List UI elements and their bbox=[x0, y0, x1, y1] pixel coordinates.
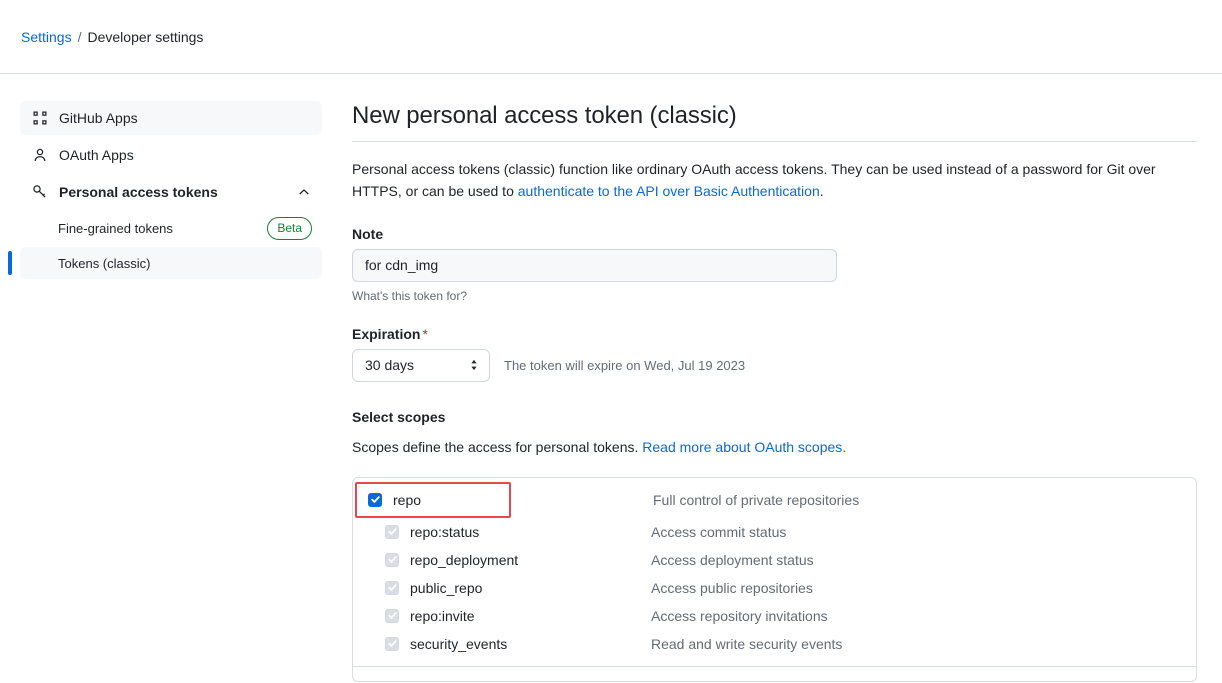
scope-checkbox-cell: public_repo bbox=[353, 574, 651, 602]
checkbox-disabled-icon bbox=[385, 553, 399, 567]
scope-row-repo-deployment: repo_deployment Access deployment status bbox=[353, 546, 1196, 574]
scope-name: public_repo bbox=[410, 580, 482, 596]
sidebar-item-github-apps[interactable]: GitHub Apps bbox=[20, 101, 322, 135]
sidebar-item-tokens-classic[interactable]: Tokens (classic) bbox=[20, 247, 322, 279]
apps-grid-icon bbox=[32, 110, 48, 126]
page-header: Settings / Developer settings bbox=[0, 0, 1222, 74]
checkbox-disabled-icon bbox=[385, 609, 399, 623]
scope-name: repo_deployment bbox=[410, 552, 518, 568]
note-input[interactable] bbox=[352, 249, 837, 282]
scope-name: repo:invite bbox=[410, 608, 475, 624]
required-marker: * bbox=[422, 326, 427, 342]
note-field-label: Note bbox=[352, 226, 1218, 242]
select-scopes-heading: Select scopes bbox=[352, 409, 1218, 425]
page-layout: GitHub Apps OAuth Apps Personal access t… bbox=[0, 74, 1222, 682]
scope-name: repo bbox=[393, 492, 421, 508]
scope-row-repo[interactable]: repo Full control of private repositorie… bbox=[353, 482, 1196, 518]
main-content: New personal access token (classic) Pers… bbox=[352, 74, 1222, 682]
scope-checkbox-cell: repo:invite bbox=[353, 602, 651, 630]
scopes-description-text: Scopes define the access for personal to… bbox=[352, 439, 642, 455]
checkbox-disabled-icon bbox=[385, 581, 399, 595]
sidebar-subitem-label: Fine-grained tokens bbox=[58, 221, 267, 236]
title-divider bbox=[352, 141, 1197, 142]
checkbox-disabled-icon bbox=[385, 637, 399, 651]
expiration-select-wrapper: 30 days bbox=[352, 349, 490, 382]
checkbox-checked-icon[interactable] bbox=[368, 493, 382, 507]
expiration-note: The token will expire on Wed, Jul 19 202… bbox=[504, 358, 745, 373]
chevron-up-icon[interactable] bbox=[296, 184, 312, 200]
sidebar-item-label: Personal access tokens bbox=[59, 184, 296, 200]
page-title: New personal access token (classic) bbox=[352, 100, 1218, 141]
scope-description: Access deployment status bbox=[651, 552, 814, 568]
breadcrumb: Settings / Developer settings bbox=[21, 29, 203, 45]
intro-paragraph: Personal access tokens (classic) functio… bbox=[352, 159, 1202, 202]
checkbox-disabled-icon bbox=[385, 525, 399, 539]
sidebar-item-personal-access-tokens[interactable]: Personal access tokens bbox=[20, 175, 322, 209]
developer-settings-sidebar: GitHub Apps OAuth Apps Personal access t… bbox=[0, 74, 352, 282]
scope-row-public-repo: public_repo Access public repositories bbox=[353, 574, 1196, 602]
sidebar-item-label: OAuth Apps bbox=[59, 147, 312, 163]
intro-text-part2: . bbox=[820, 183, 824, 199]
scope-description: Access public repositories bbox=[651, 580, 813, 596]
scope-row-security-events: security_events Read and write security … bbox=[353, 630, 1196, 658]
scope-name: repo:status bbox=[410, 524, 479, 540]
scope-checkbox-cell: repo_deployment bbox=[353, 546, 651, 574]
basic-auth-doc-link[interactable]: authenticate to the API over Basic Authe… bbox=[518, 183, 820, 199]
scopes-next-group-placeholder bbox=[353, 667, 1196, 681]
scope-row-repo-status: repo:status Access commit status bbox=[353, 518, 1196, 546]
oauth-scopes-doc-link[interactable]: Read more about OAuth scopes. bbox=[642, 439, 846, 455]
sidebar-item-label: GitHub Apps bbox=[59, 110, 312, 126]
expiration-select[interactable]: 30 days bbox=[352, 349, 490, 382]
sidebar-item-fine-grained-tokens[interactable]: Fine-grained tokens Beta bbox=[20, 212, 322, 244]
expiration-field-label: Expiration* bbox=[352, 326, 1218, 342]
scope-description: Read and write security events bbox=[651, 636, 842, 652]
breadcrumb-separator: / bbox=[78, 29, 82, 45]
scope-checkbox-highlight-box[interactable]: repo bbox=[355, 482, 511, 518]
sidebar-item-oauth-apps[interactable]: OAuth Apps bbox=[20, 138, 322, 172]
scope-checkbox-cell: repo:status bbox=[353, 518, 651, 546]
scope-checkbox-cell: security_events bbox=[353, 630, 651, 658]
breadcrumb-current-page: Developer settings bbox=[87, 29, 203, 45]
scopes-description: Scopes define the access for personal to… bbox=[352, 439, 1218, 455]
scope-description: Access commit status bbox=[651, 524, 786, 540]
expiration-label-text: Expiration bbox=[352, 326, 420, 342]
scope-description: Access repository invitations bbox=[651, 608, 828, 624]
person-icon bbox=[32, 147, 48, 163]
scope-description: Full control of private repositories bbox=[653, 492, 859, 508]
scopes-list-container: repo Full control of private repositorie… bbox=[352, 477, 1197, 682]
key-icon bbox=[32, 184, 48, 200]
breadcrumb-settings-link[interactable]: Settings bbox=[21, 29, 72, 45]
expiration-row: 30 days The token will expire on Wed, Ju… bbox=[352, 349, 1218, 382]
scope-row-repo-invite: repo:invite Access repository invitation… bbox=[353, 602, 1196, 630]
beta-badge: Beta bbox=[267, 217, 312, 240]
note-help-text: What's this token for? bbox=[352, 289, 1218, 303]
sidebar-subitem-label: Tokens (classic) bbox=[58, 256, 312, 271]
scope-name: security_events bbox=[410, 636, 507, 652]
